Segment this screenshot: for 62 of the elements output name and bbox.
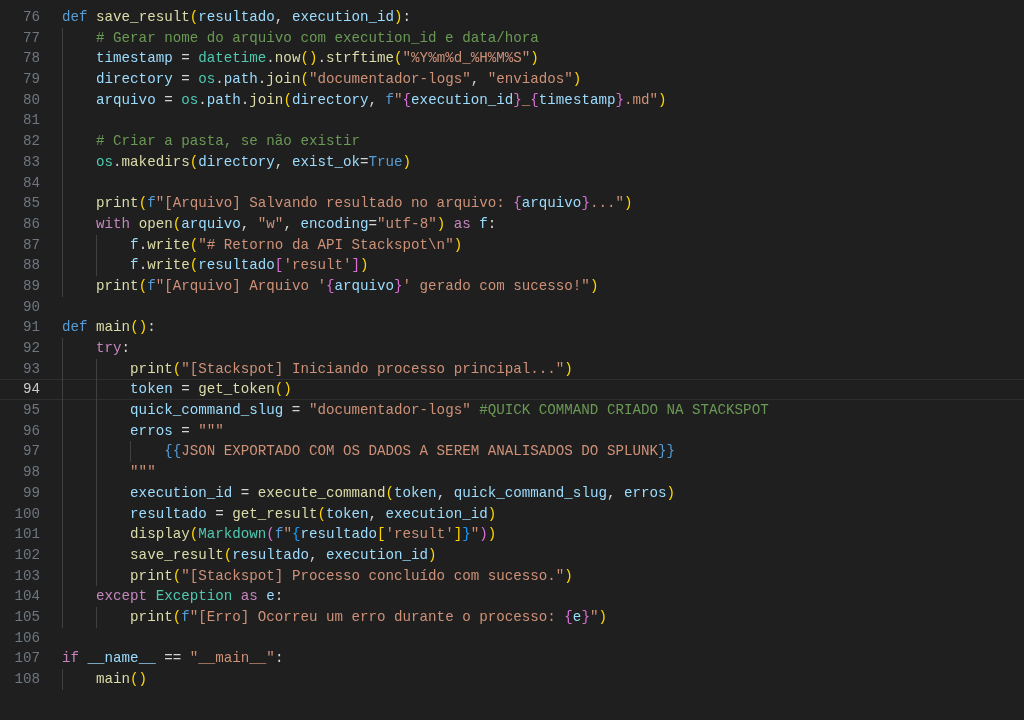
line-number: 88	[21, 256, 40, 276]
line-number: 104	[13, 587, 40, 607]
line-number: 85	[21, 194, 40, 214]
line-number: 101	[13, 525, 40, 545]
code-line: print(f"[Erro] Ocorreu um erro durante o processo: {e}")	[130, 607, 607, 627]
line-number: 108	[13, 670, 40, 689]
code-line: main()	[96, 670, 148, 689]
code-line: os.makedirs(directory, exist_ok=True)	[96, 152, 412, 172]
line-number: 107	[13, 649, 40, 669]
code-line: display(Markdown(f"{resultado['result']}"))	[130, 525, 497, 545]
line-number: 90	[21, 297, 40, 317]
code-line: except Exception as e:	[96, 587, 284, 607]
line-number: 81	[21, 111, 40, 131]
code-line: if __name__ == "__main__":	[62, 649, 284, 669]
code-line: # Criar a pasta, se não existir	[96, 132, 360, 152]
line-number: 76	[21, 8, 40, 27]
code-line: arquivo = os.path.join(directory, f"{execution_id}_{timestamp}.md")	[96, 90, 667, 110]
code-line: timestamp = datetime.now().strftime("%Y%m%d_%H%M%S")	[96, 49, 539, 69]
code-line: def save_result(resultado, execution_id):	[62, 8, 412, 27]
code-line: with open(arquivo, "w", encoding="utf-8") as f:	[96, 214, 497, 234]
line-number: 84	[21, 173, 40, 193]
line-number: 83	[21, 152, 40, 172]
line-number: 82	[21, 132, 40, 152]
line-number: 98	[21, 463, 40, 483]
code-line: directory = os.path.join("documentador-logs", "enviados")	[96, 70, 582, 90]
line-number: 78	[21, 49, 40, 69]
line-number: 102	[13, 545, 40, 565]
line-number: 77	[21, 28, 40, 48]
code-line: print("[Stackspot] Iniciando processo principal...")	[130, 359, 573, 379]
line-number: 94	[21, 380, 40, 400]
line-number: 105	[13, 607, 40, 627]
line-number: 92	[21, 339, 40, 358]
line-number: 96	[21, 421, 40, 441]
line-number: 89	[21, 276, 40, 296]
line-number: 79	[21, 70, 40, 90]
code-line: quick_command_slug = "documentador-logs" #QUICK COMMAND CRIADO NA STACKSPOT	[130, 401, 769, 421]
code-line: resultado = get_result(token, execution_id)	[130, 504, 497, 524]
code-line: execution_id = execute_command(token, quick_command_slug, erros)	[130, 483, 676, 503]
line-number: 93	[21, 359, 40, 379]
code-line: save_result(resultado, execution_id)	[130, 545, 437, 565]
code-line: try:	[96, 339, 131, 358]
code-line: """	[130, 463, 156, 483]
line-number: 87	[21, 235, 40, 255]
code-line: def main():	[62, 318, 156, 338]
line-number: 103	[13, 566, 40, 586]
code-line: {{JSON EXPORTADO COM OS DADOS A SEREM ANALISADOS DO SPLUNK}}	[164, 442, 675, 462]
line-number: 80	[21, 90, 40, 110]
line-number: 99	[21, 483, 40, 503]
line-number: 95	[21, 401, 40, 421]
code-line: # Gerar nome do arquivo com execution_id e data/hora	[96, 28, 539, 48]
line-number: 100	[13, 504, 40, 524]
code-line: token = get_token()	[130, 380, 292, 400]
line-number: 106	[13, 628, 40, 648]
code-line: print(f"[Arquivo] Salvando resultado no arquivo: {arquivo}...")	[96, 194, 633, 214]
code-line: print(f"[Arquivo] Arquivo '{arquivo}' gerado com sucesso!")	[96, 276, 599, 296]
code-line: print("[Stackspot] Processo concluído com sucesso.")	[130, 566, 573, 586]
line-number: 86	[21, 214, 40, 234]
code-line: f.write(resultado['result'])	[130, 256, 369, 276]
line-number: 97	[21, 442, 40, 462]
code-line: f.write("# Retorno da API Stackspot\n")	[130, 235, 463, 255]
line-number: 91	[21, 318, 40, 338]
code-line: erros = """	[130, 421, 224, 441]
